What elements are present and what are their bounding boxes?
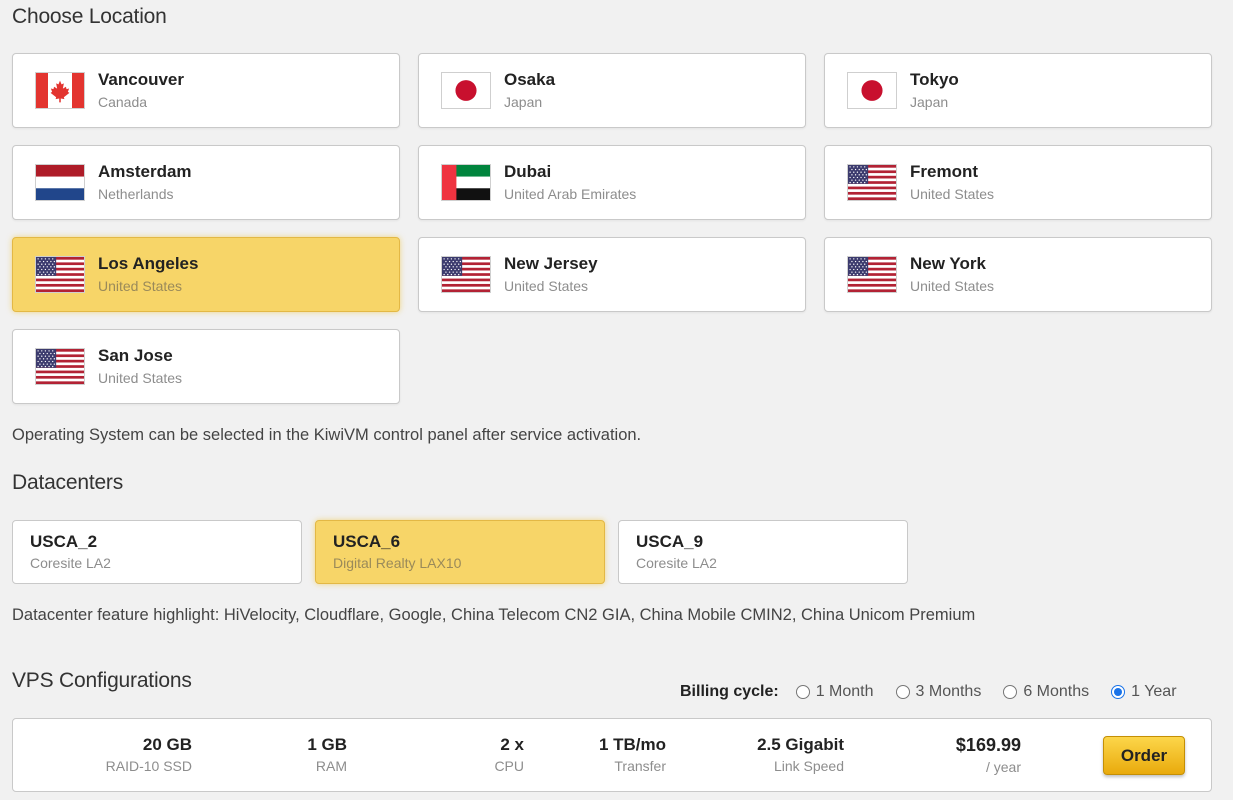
radio-button[interactable] <box>895 685 910 699</box>
location-country: United States <box>98 370 183 386</box>
datacenter-code: USCA_9 <box>636 532 704 551</box>
billing-option-3-months[interactable]: 3 Months <box>895 683 982 701</box>
location-card-los-angeles[interactable]: Los Angeles United States <box>12 237 400 312</box>
location-city: Fremont <box>910 162 978 181</box>
storage-label: RAID-10 SSD <box>105 758 192 774</box>
vps-configurations-title: VPS Configurations <box>12 669 192 692</box>
location-city: San Jose <box>98 346 173 365</box>
link-speed-value: 2.5 Gigabit <box>757 735 844 754</box>
uae-flag-icon <box>441 164 491 201</box>
location-country: Netherlands <box>98 186 174 202</box>
canada-flag-icon <box>35 72 85 109</box>
ram-value: 1 GB <box>307 735 347 754</box>
vps-config-row: 20 GB RAID-10 SSD 1 GB RAM 2 x CPU 1 TB/… <box>12 718 1212 792</box>
location-card-amsterdam[interactable]: Amsterdam Netherlands <box>12 145 400 220</box>
location-city: Osaka <box>504 70 556 89</box>
radio-button[interactable] <box>1003 685 1018 699</box>
location-city: Vancouver <box>98 70 184 89</box>
billing-cycle-group: Billing cycle: 1 Month 3 Months 6 Months… <box>680 683 1177 701</box>
location-card-new-jersey[interactable]: New Jersey United States <box>418 237 806 312</box>
us-flag-icon <box>847 164 897 201</box>
location-card-vancouver[interactable]: Vancouver Canada <box>12 53 400 128</box>
location-city: New Jersey <box>504 254 598 273</box>
location-card-new-york[interactable]: New York United States <box>824 237 1212 312</box>
billing-option-label: 1 Month <box>815 683 874 700</box>
location-city: Amsterdam <box>98 162 192 181</box>
radio-button[interactable] <box>795 685 810 699</box>
datacenter-name: Coresite LA2 <box>636 555 717 571</box>
datacenters-title: Datacenters <box>12 471 124 494</box>
billing-cycle-label: Billing cycle: <box>680 683 779 700</box>
radio-button-checked[interactable] <box>1111 685 1126 699</box>
location-card-osaka[interactable]: Osaka Japan <box>418 53 806 128</box>
billing-option-label: 6 Months <box>1023 683 1090 700</box>
billing-option-label: 3 Months <box>915 683 982 700</box>
location-country: Japan <box>504 94 543 110</box>
datacenter-code: USCA_2 <box>30 532 98 551</box>
datacenter-card-usca-6[interactable]: USCA_6 Digital Realty LAX10 <box>315 520 605 584</box>
billing-option-6-months[interactable]: 6 Months <box>1003 683 1089 701</box>
datacenter-name: Coresite LA2 <box>30 555 111 571</box>
us-flag-icon <box>441 256 491 293</box>
spec-storage: 20 GB RAID-10 SSD <box>106 735 192 774</box>
spec-price: $169.99 / year <box>956 735 1021 775</box>
cpu-label: CPU <box>494 758 524 774</box>
location-country: Japan <box>910 94 949 110</box>
location-country: Canada <box>98 94 148 110</box>
location-country: United Arab Emirates <box>504 186 637 202</box>
spec-transfer: 1 TB/mo Transfer <box>599 735 666 774</box>
ram-label: RAM <box>315 758 347 774</box>
link-speed-label: Link Speed <box>773 758 844 774</box>
storage-value: 20 GB <box>142 735 192 754</box>
location-country: United States <box>910 278 995 294</box>
netherlands-flag-icon <box>35 164 85 201</box>
spec-cpu: 2 x CPU <box>494 735 524 774</box>
price-period: / year <box>985 759 1021 775</box>
location-city: New York <box>910 254 986 273</box>
us-flag-icon <box>847 256 897 293</box>
datacenter-name: Digital Realty LAX10 <box>333 555 462 571</box>
location-city: Dubai <box>504 162 552 181</box>
billing-option-1-month[interactable]: 1 Month <box>795 683 874 701</box>
datacenter-card-usca-9[interactable]: USCA_9 Coresite LA2 <box>618 520 908 584</box>
spec-link-speed: 2.5 Gigabit Link Speed <box>757 735 844 774</box>
location-country: United States <box>504 278 589 294</box>
order-button[interactable]: Order <box>1103 736 1185 775</box>
us-flag-icon <box>35 348 85 385</box>
spec-ram: 1 GB RAM <box>307 735 347 774</box>
transfer-value: 1 TB/mo <box>598 735 666 754</box>
location-card-dubai[interactable]: Dubai United Arab Emirates <box>418 145 806 220</box>
transfer-label: Transfer <box>614 758 666 774</box>
billing-option-label: 1 Year <box>1131 683 1177 700</box>
location-card-tokyo[interactable]: Tokyo Japan <box>824 53 1212 128</box>
choose-location-title: Choose Location <box>12 5 167 28</box>
billing-option-1-year[interactable]: 1 Year <box>1111 683 1177 701</box>
cpu-value: 2 x <box>500 735 524 754</box>
us-flag-icon <box>35 256 85 293</box>
os-note: Operating System can be selected in the … <box>12 426 642 444</box>
datacenter-feature-note: Datacenter feature highlight: HiVelocity… <box>12 606 976 624</box>
location-country: United States <box>910 186 995 202</box>
location-city: Tokyo <box>910 70 959 89</box>
japan-flag-icon <box>441 72 491 109</box>
location-card-fremont[interactable]: Fremont United States <box>824 145 1212 220</box>
location-country: United States <box>98 278 183 294</box>
japan-flag-icon <box>847 72 897 109</box>
datacenter-code: USCA_6 <box>333 532 401 551</box>
price-value: $169.99 <box>955 735 1021 755</box>
datacenter-card-usca-2[interactable]: USCA_2 Coresite LA2 <box>12 520 302 584</box>
location-city: Los Angeles <box>98 254 199 273</box>
location-card-san-jose[interactable]: San Jose United States <box>12 329 400 404</box>
